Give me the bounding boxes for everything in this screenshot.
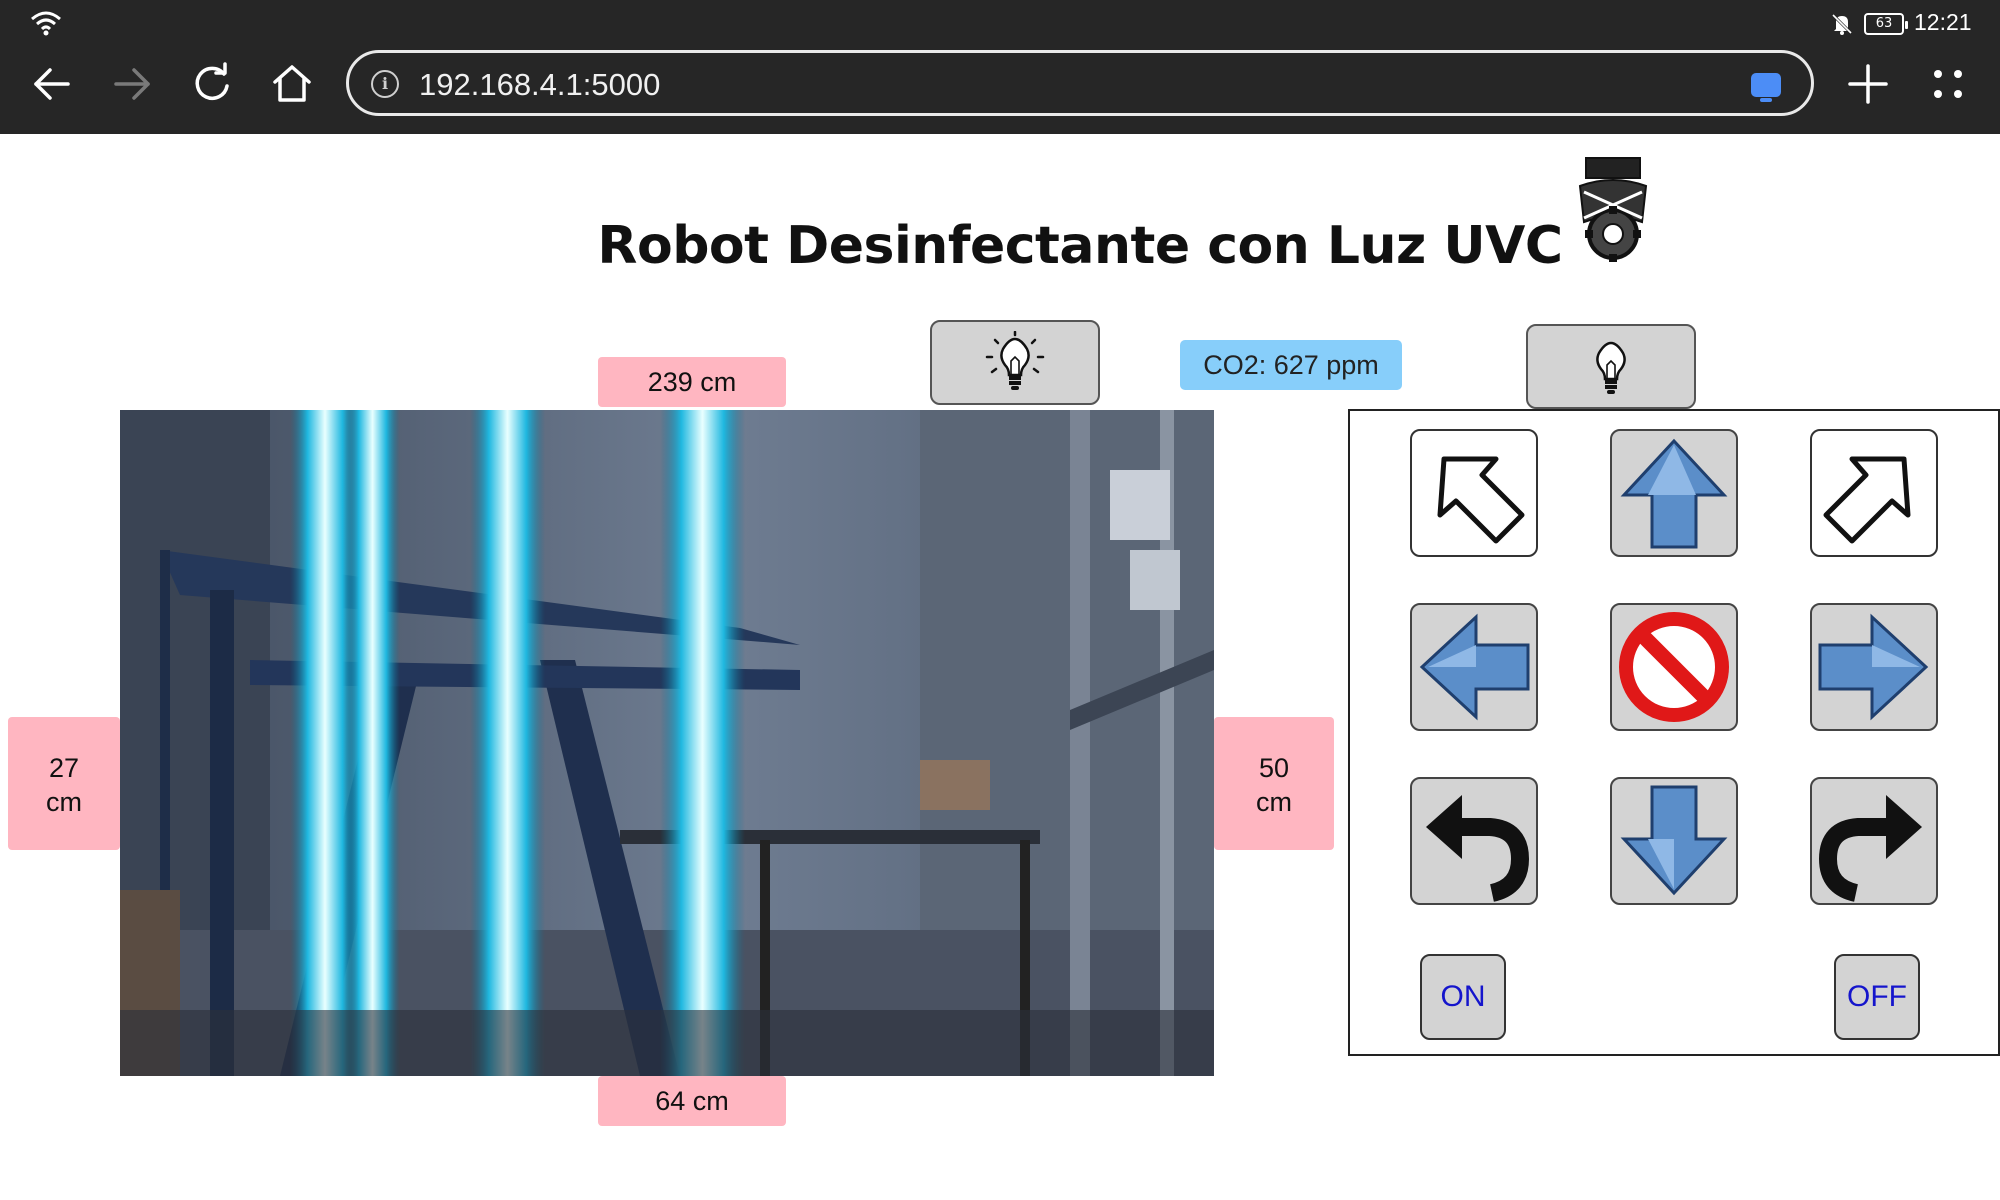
wifi-icon	[31, 11, 61, 36]
arrow-right-icon	[1818, 613, 1929, 721]
left-distance-value: 27	[48, 753, 80, 783]
clock: 12:21	[1914, 9, 1972, 35]
uv-lamp-on-button[interactable]	[930, 320, 1100, 405]
right-distance-unit: cm	[1256, 787, 1292, 817]
menu-button[interactable]	[1922, 58, 1974, 110]
left-distance-unit: cm	[46, 787, 82, 817]
camera-feed	[120, 410, 1214, 1076]
control-panel: ON OFF	[1348, 409, 2000, 1056]
home-button[interactable]	[266, 58, 318, 110]
bell-off-icon	[1831, 13, 1853, 35]
left-distance: 27 cm	[8, 717, 120, 850]
reload-icon	[195, 62, 229, 101]
front-distance: 239 cm	[598, 357, 786, 407]
forward-button[interactable]	[1610, 429, 1738, 557]
power-on-button[interactable]: ON	[1420, 954, 1506, 1040]
rotate-left-icon	[1426, 795, 1530, 902]
forward-button[interactable]	[106, 58, 158, 110]
right-button[interactable]	[1810, 603, 1938, 731]
back-arrow-icon	[34, 68, 70, 100]
plus-icon	[1848, 64, 1888, 104]
arrow-down-icon	[1620, 785, 1728, 896]
forward-arrow-icon	[114, 68, 150, 100]
arrow-up-icon	[1620, 438, 1728, 549]
rotate-right-button[interactable]	[1810, 777, 1938, 905]
forward-left-button[interactable]	[1410, 429, 1538, 557]
browser-chrome: 63 12:21 i 192.168.4.1:5000	[0, 0, 2000, 134]
co2-readout: CO2: 627 ppm	[1180, 340, 1402, 390]
info-icon[interactable]: i	[371, 70, 399, 98]
left-button[interactable]	[1410, 603, 1538, 731]
stop-button[interactable]	[1610, 603, 1738, 731]
url-text[interactable]: 192.168.4.1:5000	[419, 67, 660, 103]
backward-button[interactable]	[1610, 777, 1738, 905]
cast-icon[interactable]	[1751, 73, 1781, 102]
new-tab-button[interactable]	[1842, 58, 1894, 110]
arrow-up-right-icon	[1823, 456, 1911, 544]
address-bar[interactable]: i 192.168.4.1:5000	[346, 50, 1814, 116]
arrow-left-icon	[1419, 613, 1530, 721]
status-bar: 63 12:21	[0, 0, 2000, 44]
page-title: Robot Desinfectante con Luz UVC	[597, 216, 1563, 276]
ipn-logo	[1578, 157, 1648, 262]
menu-dots-icon	[1934, 70, 1962, 98]
stop-sign-icon	[1619, 612, 1729, 722]
arrow-up-left-icon	[1437, 456, 1525, 544]
rotate-right-icon	[1818, 795, 1922, 902]
right-distance: 50 cm	[1214, 717, 1334, 850]
forward-right-button[interactable]	[1810, 429, 1938, 557]
right-distance-value: 50	[1258, 753, 1290, 783]
lightbulb-off-icon	[1596, 341, 1626, 394]
lightbulb-on-icon	[985, 330, 1045, 390]
rotate-left-button[interactable]	[1410, 777, 1538, 905]
home-icon	[273, 65, 311, 102]
reload-button[interactable]	[186, 58, 238, 110]
power-off-button[interactable]: OFF	[1834, 954, 1920, 1040]
back-distance: 64 cm	[598, 1076, 786, 1126]
uv-lamp-off-button[interactable]	[1526, 324, 1696, 409]
back-button[interactable]	[26, 58, 78, 110]
battery-icon: 63	[1864, 13, 1908, 35]
